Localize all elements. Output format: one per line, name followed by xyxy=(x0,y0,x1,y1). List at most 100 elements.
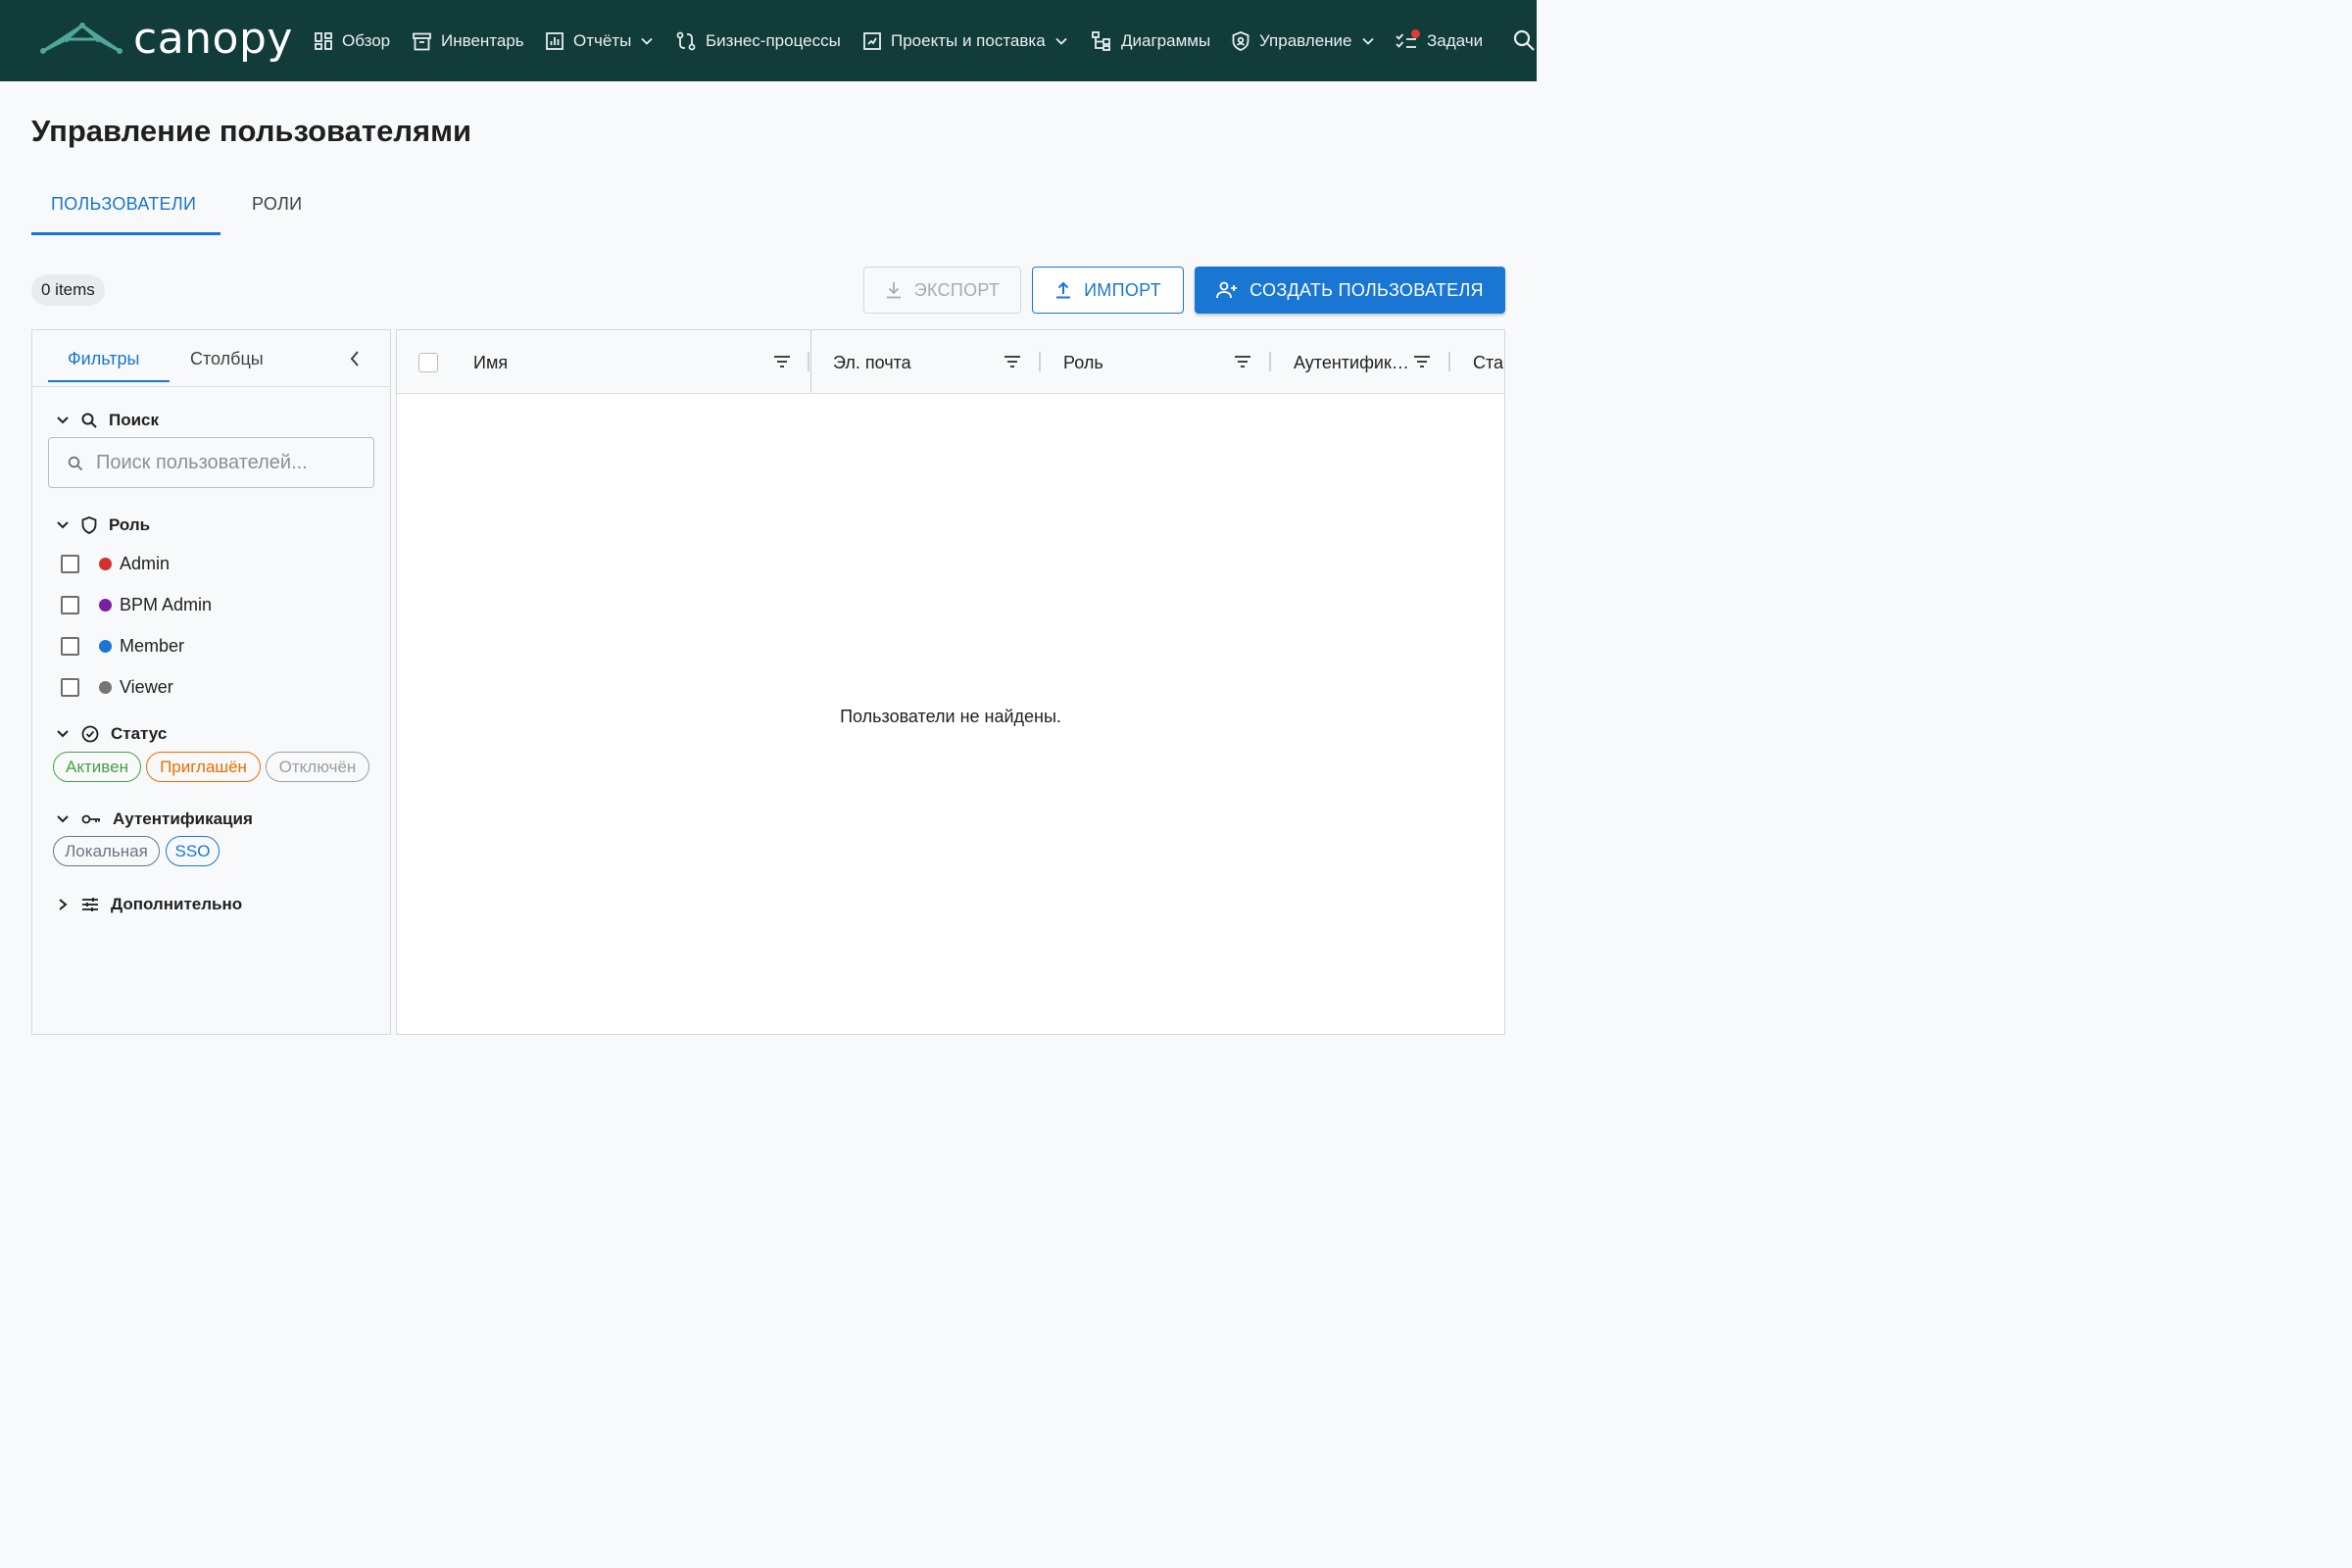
filter-icon[interactable] xyxy=(1004,354,1021,369)
logo-wordmark: canopy xyxy=(133,14,293,64)
chevron-down-icon xyxy=(1361,37,1374,45)
search-section-header[interactable]: Поиск xyxy=(56,409,159,432)
role-option-label: BPM Admin xyxy=(120,594,213,614)
filter-sidebar: Фильтры Столбцы Поиск Роль Admin BPM Adm… xyxy=(31,329,391,1035)
chevron-down-icon xyxy=(57,730,69,738)
auth-chip-sso[interactable]: SSO xyxy=(166,836,220,866)
active-tab-indicator xyxy=(31,232,220,235)
import-button[interactable]: ИМПОРТ xyxy=(1032,267,1184,314)
chevron-left-icon[interactable] xyxy=(348,350,362,368)
nav-projects-label: Проекты и поставка xyxy=(891,31,1046,50)
nav-tasks-label: Задачи xyxy=(1427,31,1484,50)
nav-inventory[interactable]: Инвентарь xyxy=(413,25,524,57)
dashboard-icon xyxy=(315,32,332,50)
tab-roles[interactable]: РОЛИ xyxy=(252,194,302,215)
select-all-checkbox[interactable] xyxy=(418,353,438,372)
sidebar-divider xyxy=(32,386,390,387)
tab-users[interactable]: ПОЛЬЗОВАТЕЛИ xyxy=(51,194,196,215)
nav-reports[interactable]: Отчёты xyxy=(546,25,653,57)
check-circle-icon xyxy=(81,725,99,743)
chevron-down-icon xyxy=(57,815,69,823)
item-count-badge: 0 items xyxy=(31,274,105,306)
create-user-button[interactable]: СОЗДАТЬ ПОЛЬЗОВАТЕЛЯ xyxy=(1195,267,1505,314)
nav-tasks[interactable]: Задачи xyxy=(1396,25,1483,57)
nav-diagrams[interactable]: Диаграммы xyxy=(1092,25,1210,57)
column-header-name[interactable]: Имя xyxy=(473,353,508,373)
nav-diagrams-label: Диаграммы xyxy=(1121,31,1211,50)
search-icon xyxy=(68,456,83,471)
route-icon xyxy=(676,31,696,51)
column-header-status[interactable]: Ста xyxy=(1473,353,1503,373)
nav-reports-label: Отчёты xyxy=(573,31,632,50)
nav-business-processes[interactable]: Бизнес-процессы xyxy=(676,25,841,57)
advanced-section-title: Дополнительно xyxy=(111,895,243,913)
nav-management[interactable]: Управление xyxy=(1232,25,1374,57)
role-checkbox[interactable] xyxy=(61,636,79,656)
column-header-auth[interactable]: Аутентифик… xyxy=(1294,353,1409,373)
export-label: ЭКСПОРТ xyxy=(913,279,1001,300)
role-option-label: Member xyxy=(120,635,185,656)
role-option-admin[interactable]: Admin xyxy=(61,552,170,575)
export-button[interactable]: ЭКСПОРТ xyxy=(863,267,1021,314)
user-search-field[interactable] xyxy=(48,437,374,488)
bar-chart-icon xyxy=(546,32,564,50)
project-icon xyxy=(863,32,881,50)
role-checkbox[interactable] xyxy=(61,554,79,573)
chevron-down-icon xyxy=(57,416,69,424)
role-color-dot xyxy=(99,557,112,570)
diagram-icon xyxy=(1092,31,1110,51)
column-header-email[interactable]: Эл. почта xyxy=(833,353,911,373)
role-checkbox[interactable] xyxy=(61,677,79,697)
filter-icon[interactable] xyxy=(1413,354,1431,369)
upload-icon xyxy=(1056,281,1071,299)
nav-overview[interactable]: Обзор xyxy=(315,25,390,57)
status-chip-invited[interactable]: Приглашён xyxy=(146,752,261,782)
top-navigation-bar: canopy Обзор Инвентарь Отчёты Бизнес-про… xyxy=(0,0,1537,81)
tune-icon xyxy=(82,898,98,911)
advanced-section-header[interactable]: Дополнительно xyxy=(56,893,242,916)
canopy-logo[interactable]: canopy xyxy=(39,14,292,64)
chevron-down-icon xyxy=(1055,37,1067,45)
filter-icon[interactable] xyxy=(1234,354,1251,369)
archive-icon xyxy=(413,32,431,50)
chevron-right-icon xyxy=(59,899,68,910)
sidebar-tab-columns[interactable]: Столбцы xyxy=(190,349,264,369)
column-header-role[interactable]: Роль xyxy=(1063,353,1103,373)
column-separator[interactable] xyxy=(1269,352,1271,371)
notification-dot xyxy=(1411,29,1420,38)
nav-management-label: Управление xyxy=(1259,31,1352,50)
role-option-member[interactable]: Member xyxy=(61,634,184,658)
filter-icon[interactable] xyxy=(773,354,791,369)
nav-inventory-label: Инвентарь xyxy=(441,31,524,50)
import-label: ИМПОРТ xyxy=(1084,279,1161,300)
page-title: Управление пользователями xyxy=(31,114,472,148)
column-separator[interactable] xyxy=(1448,352,1450,371)
auth-section-header[interactable]: Аутентификация xyxy=(56,808,253,831)
shield-icon xyxy=(81,516,97,534)
role-color-dot xyxy=(99,680,112,694)
column-separator[interactable] xyxy=(1039,352,1041,371)
create-user-label: СОЗДАТЬ ПОЛЬЗОВАТЕЛЯ xyxy=(1250,279,1484,300)
nav-projects[interactable]: Проекты и поставка xyxy=(863,25,1067,57)
role-checkbox[interactable] xyxy=(61,595,79,614)
role-option-label: Admin xyxy=(120,553,171,573)
download-icon xyxy=(886,282,901,299)
auth-section-title: Аутентификация xyxy=(113,809,253,828)
sidebar-tab-filters[interactable]: Фильтры xyxy=(68,349,139,369)
shield-user-icon xyxy=(1232,31,1250,51)
user-search-input[interactable] xyxy=(96,448,361,477)
search-icon xyxy=(81,413,97,428)
key-icon xyxy=(81,814,100,824)
role-section-header[interactable]: Роль xyxy=(56,514,150,537)
search-icon[interactable] xyxy=(1513,29,1535,51)
status-section-header[interactable]: Статус xyxy=(56,722,167,746)
role-color-dot xyxy=(99,598,112,612)
status-chip-disabled[interactable]: Отключён xyxy=(266,752,369,782)
add-user-icon xyxy=(1216,281,1238,299)
auth-chip-local[interactable]: Локальная xyxy=(53,836,160,866)
status-chip-active[interactable]: Активен xyxy=(53,752,141,782)
role-option-bpm-admin[interactable]: BPM Admin xyxy=(61,593,212,616)
tasks-icon-wrap xyxy=(1396,29,1420,51)
column-separator[interactable] xyxy=(808,352,809,371)
role-option-viewer[interactable]: Viewer xyxy=(61,675,173,699)
